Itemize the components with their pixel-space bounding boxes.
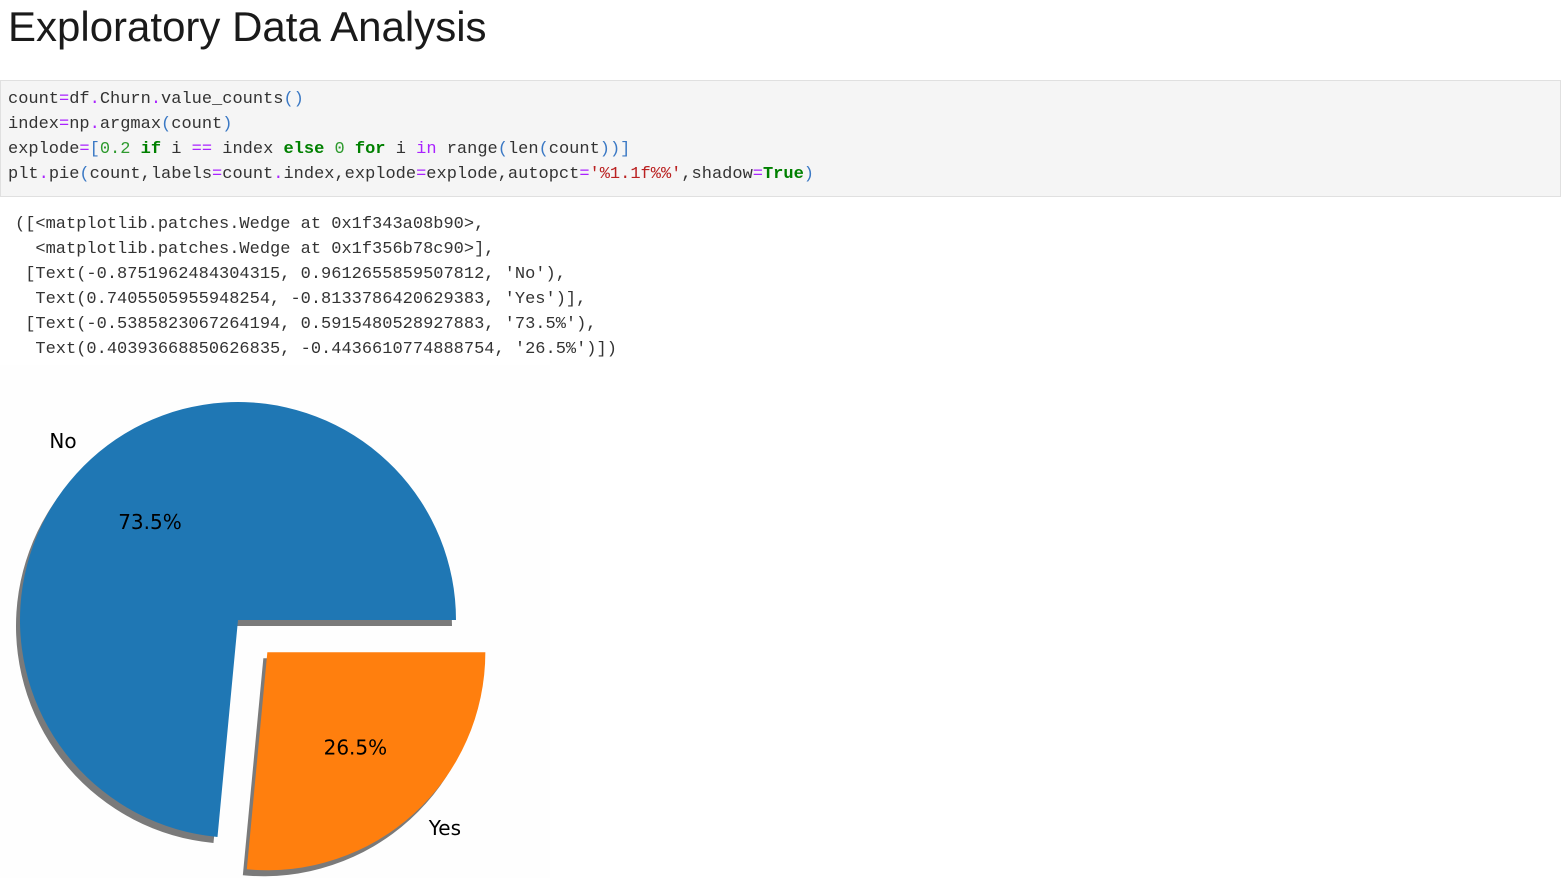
code-token: 0.2 bbox=[99, 140, 131, 159]
code-token: in bbox=[416, 140, 437, 159]
code-token: == bbox=[191, 140, 213, 159]
code-token: else bbox=[283, 140, 325, 159]
code-token: ) bbox=[222, 115, 233, 134]
output-line: [Text(-0.8751962484304315, 0.96126558595… bbox=[15, 265, 566, 284]
code-token: pie bbox=[48, 165, 80, 184]
code-token: = bbox=[752, 165, 763, 184]
code-token: . bbox=[38, 165, 49, 184]
code-token: ( bbox=[79, 165, 90, 184]
output-line: Text(0.7405505955948254, -0.813378642062… bbox=[15, 290, 587, 309]
code-token: . bbox=[89, 90, 100, 109]
output-line: Text(0.40393668850626835, -0.44366107748… bbox=[15, 340, 617, 359]
code-token: argmax bbox=[99, 115, 162, 134]
code-token: = bbox=[59, 90, 70, 109]
code-token: Churn bbox=[99, 90, 151, 109]
code-token: np bbox=[69, 115, 90, 134]
code-token: for bbox=[354, 140, 386, 159]
code-token: . bbox=[150, 90, 162, 109]
code-token: [ bbox=[89, 140, 100, 159]
code-token: explode,autopct bbox=[426, 165, 580, 184]
code-token: index,explode bbox=[283, 165, 417, 184]
code-token: ( bbox=[161, 115, 172, 134]
code-token: i bbox=[385, 140, 417, 159]
code-token: i bbox=[161, 140, 192, 159]
code-token: ))] bbox=[599, 140, 631, 159]
code-token: True bbox=[762, 165, 804, 184]
code-line: plt.pie(count,labels=count.index,explode… bbox=[8, 162, 814, 187]
code-token: ,shadow bbox=[681, 165, 753, 184]
code-token: count bbox=[8, 90, 60, 109]
code-token: '%1.1f%%' bbox=[589, 165, 682, 184]
code-token: ( bbox=[497, 140, 508, 159]
pie-chart: No 73.5% Yes 26.5% bbox=[15, 401, 486, 877]
pie-label-no: No bbox=[49, 429, 76, 453]
output-line: ([<matplotlib.patches.Wedge at 0x1f343a0… bbox=[15, 215, 485, 234]
pie-pct-label: 73.5% bbox=[118, 510, 182, 534]
code-token: explode bbox=[8, 140, 80, 159]
code-token: index bbox=[212, 140, 284, 159]
code-token: 0 bbox=[334, 140, 345, 159]
code-token: = bbox=[416, 165, 427, 184]
code-token: if bbox=[140, 140, 162, 159]
code-token: len bbox=[507, 140, 539, 159]
code-token: count bbox=[171, 115, 223, 134]
code-token: ( bbox=[538, 140, 549, 159]
pie-label-yes: Yes bbox=[428, 816, 461, 840]
code-line: index=np.argmax(count) bbox=[8, 112, 232, 137]
code-token: = bbox=[59, 115, 70, 134]
code-token: range bbox=[436, 140, 498, 159]
code-token: count bbox=[222, 165, 274, 184]
output-line: <matplotlib.patches.Wedge at 0x1f356b78c… bbox=[15, 240, 495, 259]
code-token: df bbox=[69, 90, 90, 109]
code-token: = bbox=[212, 165, 223, 184]
code-token: ) bbox=[803, 165, 814, 184]
code-cell[interactable]: count=df.Churn.value_counts() index=np.ar… bbox=[0, 80, 1561, 197]
code-token: = bbox=[79, 140, 90, 159]
code-token: . bbox=[89, 115, 100, 134]
code-token: index bbox=[8, 115, 60, 134]
code-token: count,labels bbox=[89, 165, 213, 184]
pie-pct-label: 26.5% bbox=[324, 735, 388, 759]
pie-chart-output: No 73.5% Yes 26.5% bbox=[0, 365, 550, 878]
code-token: . bbox=[273, 165, 284, 184]
code-line: count=df.Churn.value_counts() bbox=[8, 87, 304, 112]
section-heading: Exploratory Data Analysis bbox=[8, 3, 487, 50]
code-line: explode=[0.2 if i == index else 0 for i … bbox=[8, 137, 630, 162]
code-token: count bbox=[548, 140, 600, 159]
code-token: = bbox=[579, 165, 590, 184]
code-token: plt bbox=[8, 165, 39, 184]
code-token: value_counts bbox=[161, 90, 284, 109]
output-line: [Text(-0.5385823067264194, 0.59154805289… bbox=[15, 315, 597, 334]
code-token: () bbox=[283, 90, 304, 109]
